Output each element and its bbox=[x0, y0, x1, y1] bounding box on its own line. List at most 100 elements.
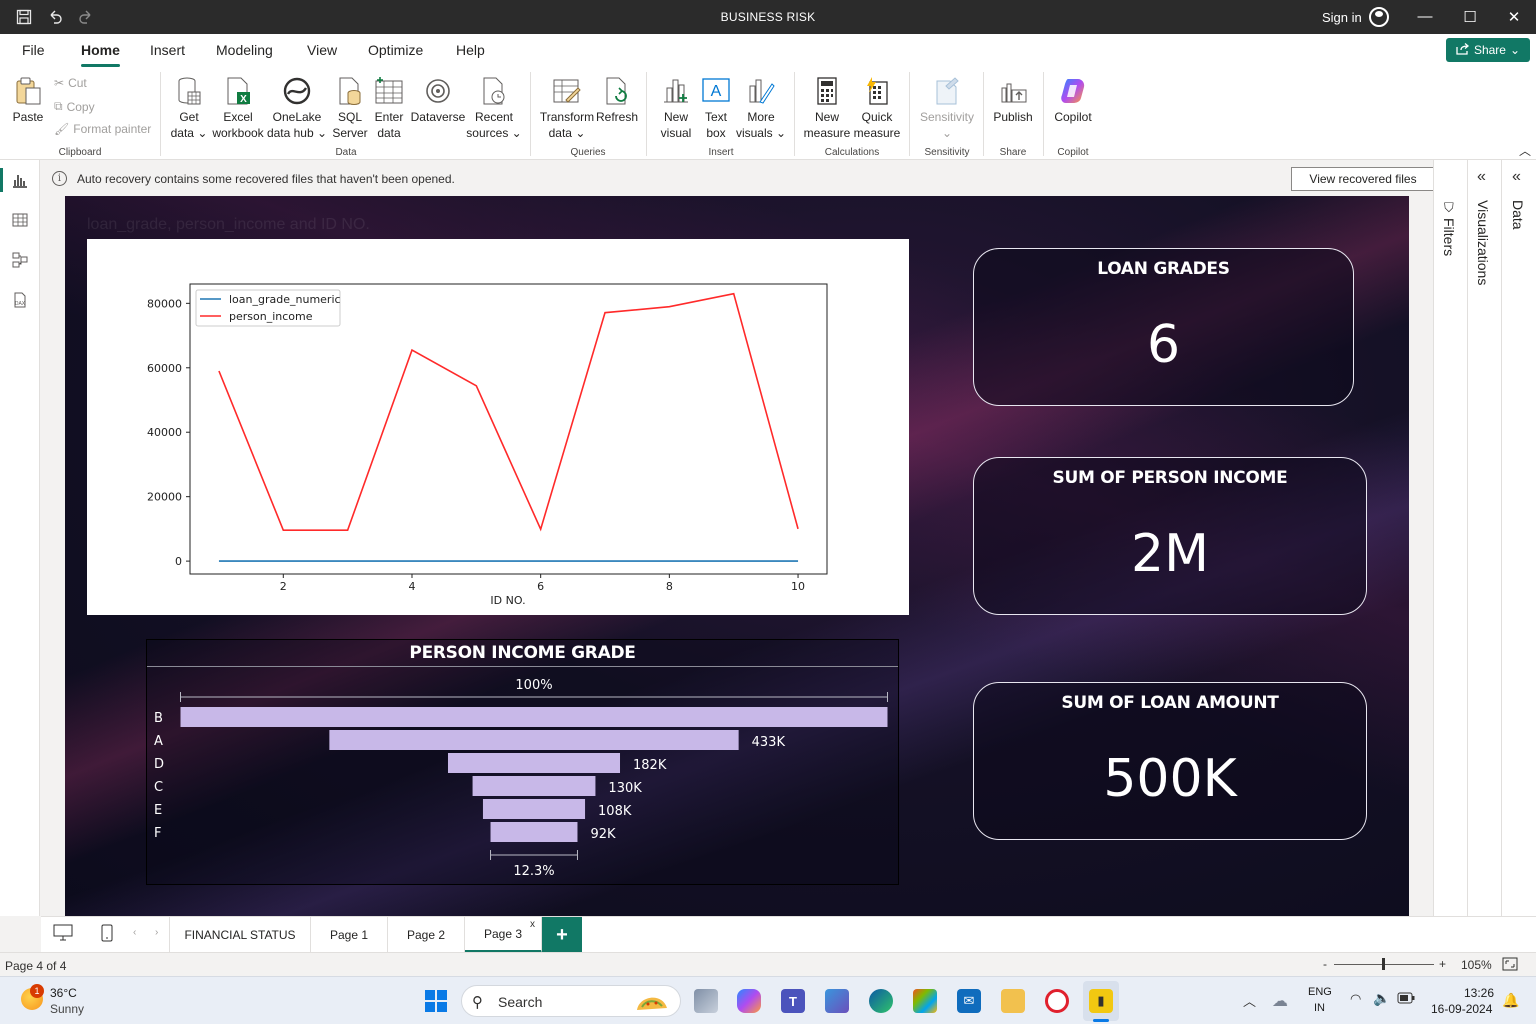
mobile-layout-icon[interactable] bbox=[101, 924, 113, 945]
sign-in-link[interactable]: Sign in bbox=[1322, 10, 1362, 25]
x-tick-label: 6 bbox=[537, 580, 544, 593]
sensitivity-button[interactable]: Sensitivity ⌄ bbox=[916, 76, 978, 141]
funnel-chart-visual[interactable]: PERSON INCOME GRADE 100% B A 433K D 182K C 130K… bbox=[146, 639, 899, 885]
teams-icon[interactable]: T bbox=[781, 989, 805, 1013]
volume-icon[interactable]: 🔈 bbox=[1373, 990, 1390, 1007]
share-button[interactable]: Share ⌄ bbox=[1446, 38, 1530, 62]
mail-icon[interactable]: ✉ bbox=[957, 989, 981, 1013]
close-page-icon[interactable]: x bbox=[530, 919, 535, 930]
account-icon[interactable] bbox=[1369, 7, 1389, 27]
recent-sources-button[interactable]: Recent sources ⌄ bbox=[466, 76, 522, 141]
add-page-button[interactable]: + bbox=[542, 917, 582, 953]
line-chart: 2 4 6 8 10 0 20000 40000 60000 80000 loan_grade_n… bbox=[147, 283, 828, 607]
clock-time[interactable]: 13:26 bbox=[1464, 986, 1494, 1000]
undo-icon[interactable] bbox=[45, 7, 65, 27]
new-measure-button[interactable]: New measure bbox=[802, 76, 852, 141]
get-data-button[interactable]: Get data ⌄ bbox=[168, 76, 210, 141]
more-visuals-button[interactable]: More visuals ⌄ bbox=[735, 76, 787, 141]
tab-modeling[interactable]: Modeling bbox=[216, 42, 273, 58]
notification-bell-icon[interactable]: 🔔 bbox=[1502, 992, 1519, 1009]
save-icon[interactable] bbox=[14, 7, 34, 27]
zoom-slider-thumb[interactable] bbox=[1382, 958, 1385, 970]
tab-insert[interactable]: Insert bbox=[150, 42, 185, 58]
maximize-button[interactable]: ☐ bbox=[1459, 8, 1481, 26]
copilot-taskbar-icon[interactable] bbox=[737, 989, 761, 1013]
app-icon[interactable] bbox=[825, 989, 849, 1013]
card-sum-person-income[interactable]: SUM OF PERSON INCOME 2M bbox=[973, 457, 1367, 615]
onelake-data-hub-button[interactable]: OneLake data hub ⌄ bbox=[266, 76, 328, 141]
expand-pane-icon[interactable]: « bbox=[1512, 168, 1521, 186]
enter-data-button[interactable]: Enter data bbox=[371, 76, 407, 141]
group-label-calculations: Calculations bbox=[824, 147, 880, 158]
store-icon[interactable] bbox=[913, 989, 937, 1013]
page-tab-financial-status[interactable]: FINANCIAL STATUS bbox=[169, 917, 311, 953]
data-pane-collapsed[interactable]: « Data bbox=[1501, 160, 1536, 916]
zoom-out-button[interactable]: - bbox=[1323, 957, 1327, 971]
tab-help[interactable]: Help bbox=[456, 42, 485, 58]
legend-label: loan_grade_numeric bbox=[229, 293, 341, 306]
opera-icon[interactable] bbox=[1045, 989, 1069, 1013]
battery-icon[interactable] bbox=[1397, 992, 1415, 1007]
paintbrush-icon: 🖌 bbox=[54, 122, 70, 136]
card-loan-grades[interactable]: LOAN GRADES 6 bbox=[973, 248, 1354, 406]
taskbar-search[interactable]: ⚲ Search bbox=[461, 985, 681, 1017]
data-pane-label: Data bbox=[1510, 200, 1526, 230]
excel-workbook-button[interactable]: X Excel workbook bbox=[210, 76, 266, 141]
collapse-ribbon-icon[interactable]: ︿ bbox=[1519, 142, 1531, 159]
tab-view[interactable]: View bbox=[307, 42, 337, 58]
copy-button[interactable]: ⧉ Copy bbox=[54, 99, 95, 114]
cut-button[interactable]: ✂ Cut bbox=[54, 76, 87, 90]
report-canvas[interactable]: loan_grade, person_income and ID NO. 2 4 6… bbox=[65, 196, 1409, 916]
text-box-button[interactable]: A Text box bbox=[698, 76, 734, 141]
line-chart-visual[interactable]: 2 4 6 8 10 0 20000 40000 60000 80000 loan_grade_n… bbox=[87, 239, 909, 615]
task-view-icon[interactable] bbox=[694, 989, 718, 1013]
edge-icon[interactable] bbox=[869, 989, 893, 1013]
tab-optimize[interactable]: Optimize bbox=[368, 42, 423, 58]
tab-file[interactable]: File bbox=[22, 42, 45, 58]
fit-to-page-icon[interactable] bbox=[1502, 957, 1518, 974]
redo-icon[interactable] bbox=[76, 7, 96, 27]
scroll-left-icon[interactable]: ‹ bbox=[133, 927, 136, 938]
excel-icon: X bbox=[223, 76, 253, 106]
visualizations-pane-collapsed[interactable]: « Visualizations bbox=[1467, 160, 1501, 916]
zoom-in-button[interactable]: + bbox=[1439, 957, 1446, 971]
close-button[interactable]: ✕ bbox=[1503, 8, 1525, 26]
page-tab-page-1[interactable]: Page 1 bbox=[311, 917, 388, 953]
tab-home[interactable]: Home bbox=[81, 42, 120, 67]
format-painter-button[interactable]: 🖌 Format painter bbox=[54, 122, 151, 136]
title-bar: BUSINESS RISK Sign in — ☐ ✕ bbox=[0, 0, 1536, 34]
scroll-right-icon[interactable]: › bbox=[155, 927, 158, 938]
page-tab-bar: ‹ › FINANCIAL STATUS Page 1 Page 2 Page … bbox=[41, 916, 1536, 953]
new-visual-button[interactable]: New visual bbox=[656, 76, 696, 141]
refresh-button[interactable]: Refresh bbox=[596, 76, 638, 125]
table-view-icon[interactable] bbox=[10, 210, 30, 230]
view-recovered-files-button[interactable]: View recovered files bbox=[1291, 167, 1435, 191]
paste-button[interactable]: Paste bbox=[10, 76, 46, 125]
report-view-icon[interactable] bbox=[10, 170, 30, 190]
language-code[interactable]: ENG bbox=[1308, 986, 1332, 998]
dataverse-button[interactable]: Dataverse bbox=[409, 76, 467, 125]
page-tab-page-2[interactable]: Page 2 bbox=[388, 917, 465, 953]
power-bi-icon[interactable]: ▮ bbox=[1089, 989, 1113, 1013]
sql-server-button[interactable]: SQL Server bbox=[330, 76, 370, 141]
show-hidden-icons[interactable]: ︿ bbox=[1243, 991, 1256, 1010]
quick-measure-button[interactable]: Quick measure bbox=[852, 76, 902, 141]
funnel-category-label: A bbox=[154, 734, 163, 749]
dax-query-view-icon[interactable]: DAX bbox=[10, 290, 30, 310]
desktop-layout-icon[interactable] bbox=[53, 924, 73, 945]
weather-temp[interactable]: 36°C bbox=[50, 986, 77, 1000]
transform-data-button[interactable]: Transform data ⌄ bbox=[538, 76, 596, 141]
onedrive-cloud-icon[interactable]: ☁ bbox=[1272, 991, 1288, 1011]
model-view-icon[interactable] bbox=[10, 250, 30, 270]
windows-start-icon[interactable] bbox=[425, 990, 447, 1015]
minimize-button[interactable]: — bbox=[1414, 8, 1436, 25]
filters-pane-collapsed[interactable]: ⛉ Filters bbox=[1433, 160, 1467, 916]
file-explorer-icon[interactable] bbox=[1001, 989, 1025, 1013]
copilot-button[interactable]: Copilot bbox=[1050, 76, 1096, 125]
card-sum-loan-amount[interactable]: SUM OF LOAN AMOUNT 500K bbox=[973, 682, 1367, 840]
wifi-icon[interactable]: ◠ bbox=[1350, 991, 1361, 1007]
x-tick-label: 4 bbox=[408, 580, 415, 593]
expand-pane-icon[interactable]: « bbox=[1477, 168, 1486, 186]
funnel-data-label: 108K bbox=[598, 804, 632, 819]
publish-button[interactable]: Publish bbox=[990, 76, 1036, 125]
